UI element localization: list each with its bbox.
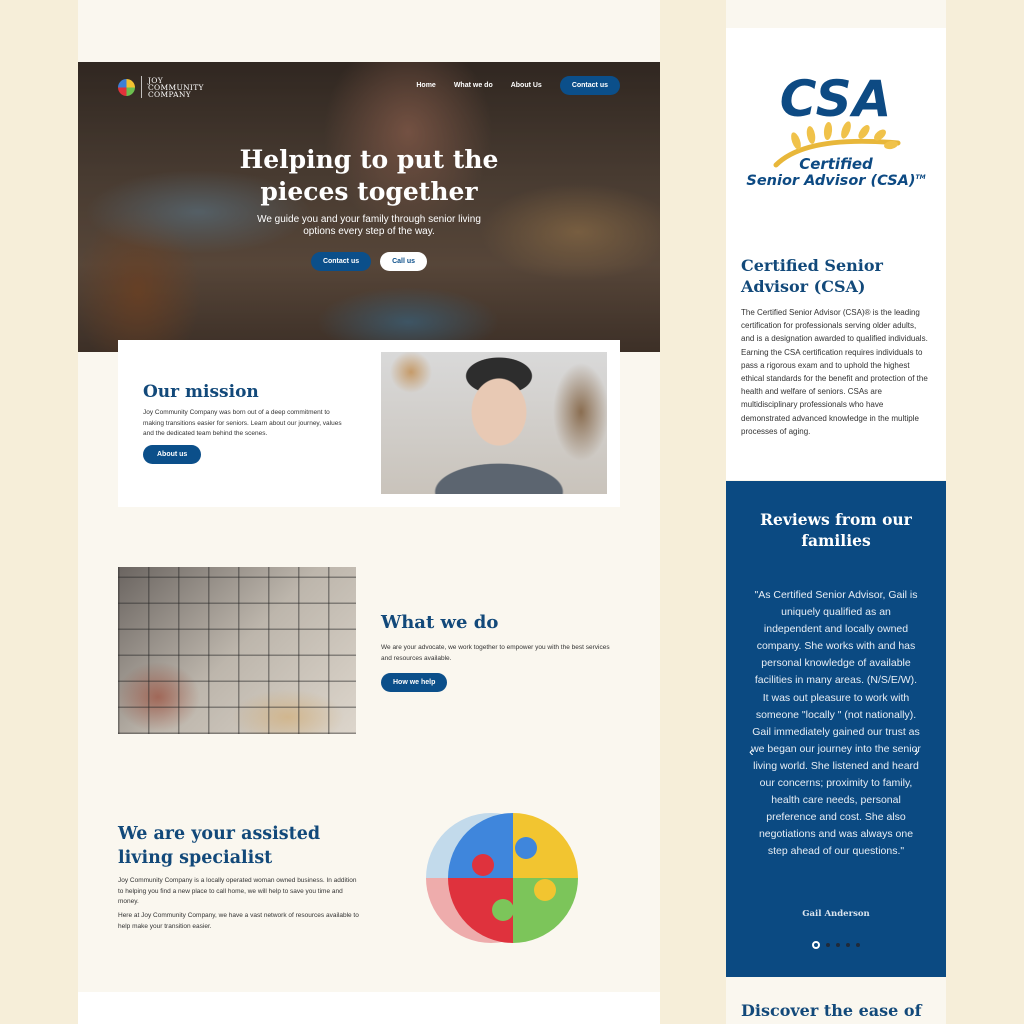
carousel-dot[interactable] <box>826 943 830 947</box>
csa-card: CSA Certified Senior Advisor (CSA)TM Cer… <box>726 28 946 480</box>
specialist-paragraph-1: Joy Community Company is a locally opera… <box>118 877 357 905</box>
carousel-dot[interactable] <box>836 943 840 947</box>
site-logo[interactable]: JOY COMMUNITY COMPANY <box>118 76 204 98</box>
mission-title: Our mission <box>143 382 259 402</box>
hero-contact-us-button[interactable]: Contact us <box>310 252 372 271</box>
hero-buttons: Contact us Call us <box>78 252 660 271</box>
what-we-do-title: What we do <box>381 612 499 633</box>
nav-what-we-do[interactable]: What we do <box>454 82 493 89</box>
hero-call-us-button[interactable]: Call us <box>380 252 428 271</box>
logo-text: JOY COMMUNITY COMPANY <box>148 76 204 99</box>
specialist-title: We are your assisted living specialist <box>118 824 321 868</box>
nav-contact-us-button[interactable]: Contact us <box>559 76 620 95</box>
hero-subtitle-line: options every step of the way. <box>303 226 435 237</box>
nav-about-us[interactable]: About Us <box>511 82 542 89</box>
csa-title: Certified Senior Advisor (CSA) <box>741 256 883 296</box>
hero-subtitle: We guide you and your family through sen… <box>78 214 660 238</box>
discover-title: Discover the ease of <box>741 1001 922 1020</box>
founder-photo <box>381 352 607 494</box>
logo-line: COMPANY <box>148 89 191 99</box>
csa-logo-certified: Certified <box>799 155 873 173</box>
reviews-carousel: Reviews from our families ‹ "As Certifie… <box>726 481 946 977</box>
how-we-help-button[interactable]: How we help <box>381 673 448 692</box>
carousel-dot[interactable] <box>846 943 850 947</box>
hero-subtitle-line: We guide you and your family through sen… <box>257 214 481 225</box>
mission-card: Our mission Joy Community Company was bo… <box>118 340 620 507</box>
specialist-paragraph-2: Here at Joy Community Company, we have a… <box>118 912 359 930</box>
csa-logo-line2-text: Senior Advisor (CSA) <box>746 173 916 189</box>
mission-text: Joy Community Company was born out of a … <box>143 409 342 437</box>
csa-logo: CSA Certified Senior Advisor (CSA)TM <box>726 73 946 189</box>
review-quote: "As Certified Senior Advisor, Gail is un… <box>751 589 921 858</box>
trademark: TM <box>915 174 926 182</box>
carousel-dot[interactable] <box>856 943 860 947</box>
hero-title: Helping to put the pieces together <box>78 144 660 208</box>
puzzle-circle-icon <box>426 813 578 943</box>
homepage-preview: JOY COMMUNITY COMPANY Home What we do Ab… <box>78 0 660 1024</box>
carousel-dot[interactable] <box>812 941 820 949</box>
chevron-right-icon[interactable]: › <box>914 743 919 759</box>
review-author: Gail Anderson <box>802 909 870 919</box>
csa-logo-senior-advisor: Senior Advisor (CSA)TM <box>726 173 946 189</box>
about-us-button[interactable]: About us <box>143 445 202 464</box>
puzzle-logo-icon <box>118 78 135 96</box>
next-section-edge <box>78 992 660 1024</box>
carousel-dots <box>726 941 946 949</box>
logo-divider <box>141 76 142 98</box>
nav-home[interactable]: Home <box>416 82 435 89</box>
sidebar-preview: CSA Certified Senior Advisor (CSA)TM Cer… <box>726 0 946 1024</box>
puzzle-photo <box>118 567 356 734</box>
hero-title-line: Helping to put the <box>239 145 499 174</box>
what-we-do-text: We are your advocate, we work together t… <box>381 644 610 662</box>
main-nav: Home What we do About Us Contact us <box>416 76 620 95</box>
csa-description: The Certified Senior Advisor (CSA)® is t… <box>741 308 928 436</box>
csa-logo-letters: CSA <box>779 70 893 128</box>
reviews-title: Reviews from our families <box>760 510 912 550</box>
hero-section: JOY COMMUNITY COMPANY Home What we do Ab… <box>78 62 660 352</box>
hero-title-line: pieces together <box>260 177 478 206</box>
